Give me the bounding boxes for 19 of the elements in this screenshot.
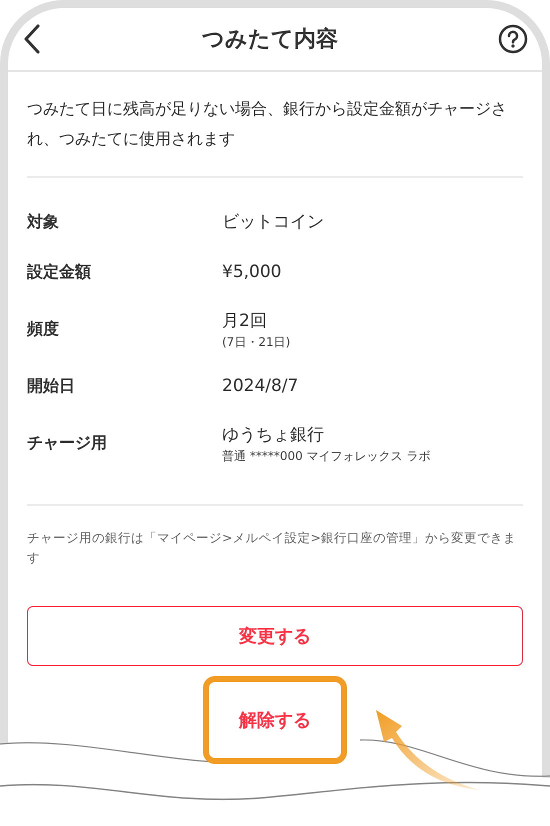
detail-label: 設定金額 — [27, 261, 92, 283]
detail-value: ゆうちょ銀行 — [222, 424, 325, 447]
detail-value: 2024/8/7 — [222, 375, 298, 398]
detail-subtext: (7日・21日) — [222, 334, 290, 350]
detail-label: 頻度 — [27, 318, 60, 340]
change-button[interactable]: 変更する — [27, 606, 523, 666]
description-text: つみたて日に残高が足りない場合、銀行から設定金額がチャージされ、つみたてに使用されます — [27, 72, 523, 178]
detail-value: ¥5,000 — [222, 261, 282, 284]
cancel-button[interactable]: 解除する — [203, 676, 347, 764]
page-title: つみたて内容 — [202, 26, 338, 54]
note-text: チャージ用の銀行は「マイページ>メルペイ設定>銀行口座の管理」から変更できます — [27, 529, 517, 567]
back-icon[interactable] — [22, 24, 42, 54]
help-icon[interactable] — [498, 24, 528, 54]
detail-label: 対象 — [27, 211, 60, 233]
detail-value: 月2回 — [222, 310, 268, 333]
detail-label: 開始日 — [27, 375, 76, 397]
detail-subtext: 普通 *****000 マイフォレックス ラボ — [222, 448, 430, 464]
detail-label: チャージ用 — [27, 432, 108, 454]
detail-value: ビットコイン — [222, 211, 324, 234]
